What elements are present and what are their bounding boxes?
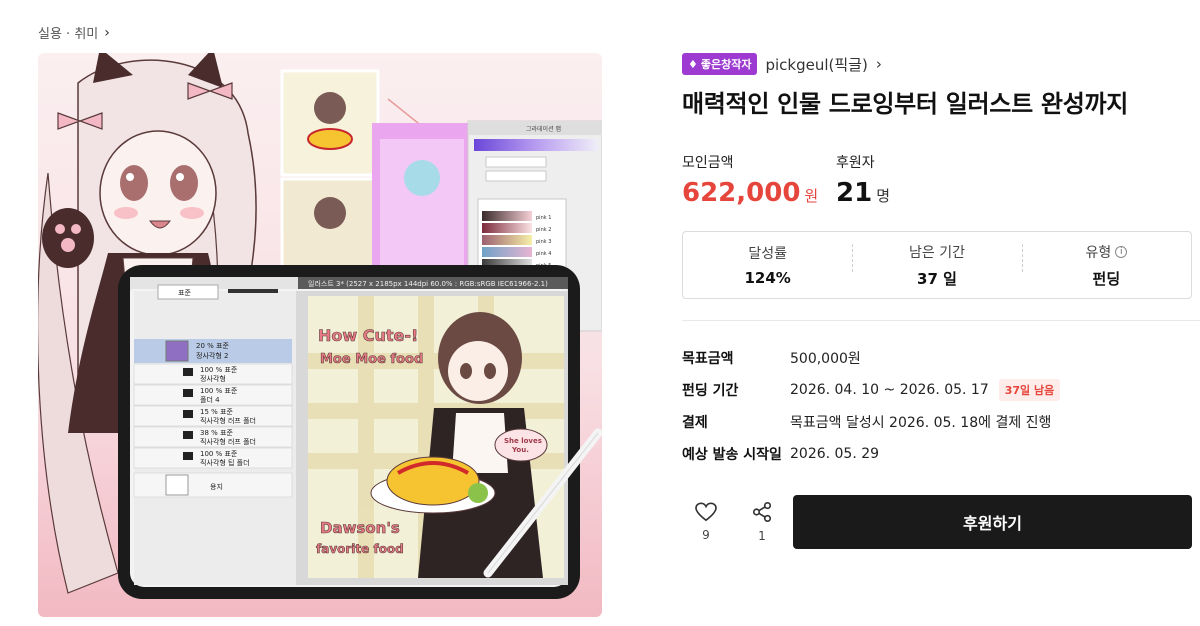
breadcrumb-category[interactable]: 실용 · 취미	[38, 23, 98, 42]
funding-details: 목표금액 500,000원 펀딩 기간 2026. 04. 10 ~ 2026.…	[682, 342, 1061, 470]
creator-name[interactable]: pickgeul(픽글)	[765, 54, 867, 75]
amount-stat: 모인금액 622,000 원	[682, 152, 818, 208]
layer-opacity: 100 % 표준	[200, 387, 238, 395]
layer-opacity: 100 % 표준	[200, 450, 238, 458]
remaining-period-value: 37 일	[917, 269, 957, 288]
payment-label: 결제	[682, 415, 708, 431]
art-title-line1: How Cute-!	[318, 326, 418, 345]
layer-name: 직사각형 러프 폴더	[200, 416, 256, 425]
share-button[interactable]: 1	[734, 501, 790, 543]
like-button[interactable]: 9	[678, 502, 734, 542]
detail-row-shipping: 예상 발송 시작일 2026. 05. 29	[682, 438, 1060, 470]
creator-badge-label: 좋은창작자	[700, 58, 752, 71]
layer-opacity: 15 % 표준	[200, 408, 233, 416]
creator-badge: ♦ 좋은창작자	[682, 53, 758, 75]
heart-icon	[695, 502, 717, 522]
layer-name: 용지	[210, 482, 223, 491]
tablet-window-title: 일러스트 3* (2527 x 2185px 144dpi 60.0% : RG…	[308, 279, 548, 288]
layer-opacity: 38 % 표준	[200, 429, 233, 437]
detail-row-period: 펀딩 기간 2026. 04. 10 ~ 2026. 05. 17 37일 남음	[682, 374, 1061, 406]
share-icon	[752, 502, 772, 522]
gradient-item: pink 4	[536, 251, 551, 257]
chevron-right-icon: ›	[875, 55, 882, 73]
funding-type: 유형 i 펀딩	[1021, 242, 1191, 289]
detail-row-payment: 결제 목표금액 달성시 2026. 05. 18에 결제 진행	[682, 406, 1060, 438]
art-title-line2: Moe Moe food	[320, 352, 423, 367]
amount-value: 622,000	[682, 178, 801, 208]
layer-name: 직사각형 러프 폴더	[200, 437, 256, 446]
amount-label: 모인금액	[682, 155, 734, 171]
creator-row[interactable]: ♦ 좋은창작자 pickgeul(픽글) ›	[682, 53, 882, 75]
funding-type-label: 유형	[1085, 244, 1112, 261]
section-divider	[682, 320, 1200, 321]
layer-name: 직사각형 팁 폴더	[200, 458, 250, 467]
days-left-badge: 37일 남음	[998, 379, 1061, 401]
blend-mode: 표준	[178, 289, 191, 297]
support-button[interactable]: 후원하기	[793, 495, 1192, 549]
art-bubble-line1: She loves	[504, 437, 542, 445]
backers-label: 후원자	[836, 155, 875, 171]
chevron-right-icon: ›	[104, 24, 110, 41]
art-bottom-line1: Dawson's	[320, 519, 400, 537]
shipping-label: 예상 발송 시작일	[682, 447, 782, 463]
like-count: 9	[702, 528, 710, 542]
achievement-rate-value: 124%	[744, 269, 791, 287]
backers-unit: 명	[876, 187, 890, 205]
info-icon[interactable]: i	[1115, 245, 1128, 258]
goal-value: 500,000원	[790, 351, 861, 367]
gradient-item: pink 1	[536, 215, 551, 221]
amount-unit: 원	[804, 187, 819, 205]
period-value: 2026. 04. 10 ~ 2026. 05. 17	[790, 382, 989, 398]
project-title: 매력적인 인물 드로잉부터 일러스트 완성까지	[682, 90, 1129, 118]
gradient-item: pink 2	[536, 227, 551, 233]
art-bottom-line2: favorite food	[316, 542, 404, 556]
remaining-period-label: 남은 기간	[909, 244, 965, 261]
share-count: 1	[758, 529, 766, 543]
backers-stat: 후원자 21 명	[836, 152, 890, 208]
period-label: 펀딩 기간	[682, 383, 739, 399]
detail-row-goal: 목표금액 500,000원	[682, 342, 1060, 374]
achievement-rate: 달성률 124%	[683, 243, 852, 287]
gradient-item: pink 3	[536, 239, 551, 245]
layer-opacity: 100 % 표준	[200, 366, 238, 374]
layer-name: 정사각형 2	[196, 351, 228, 360]
breadcrumb[interactable]: 실용 · 취미 ›	[38, 23, 110, 43]
remaining-period: 남은 기간 37 일	[852, 242, 1021, 289]
layer-name: 정사각형	[200, 374, 226, 383]
funding-type-value: 펀딩	[1092, 269, 1121, 288]
diamond-icon: ♦	[688, 57, 698, 71]
funding-summary-box: 달성률 124% 남은 기간 37 일 유형 i 펀딩	[682, 231, 1192, 299]
action-bar: 9 1 후원하기	[682, 495, 1192, 549]
gradient-panel-title: 그라데이션 맵	[526, 125, 561, 133]
project-hero-image: 그라데이션 맵 pink 1 pink 2 pink 3 pink 4 pink…	[38, 53, 602, 617]
payment-value: 목표금액 달성시 2026. 05. 18에 결제 진행	[790, 415, 1052, 431]
hero-illustration: 그라데이션 맵 pink 1 pink 2 pink 3 pink 4 pink…	[38, 53, 602, 599]
goal-label: 목표금액	[682, 351, 734, 367]
achievement-rate-label: 달성률	[748, 246, 787, 262]
backers-value: 21	[836, 178, 873, 208]
art-bubble-line2: You.	[511, 446, 529, 454]
layer-opacity: 20 % 표준	[196, 342, 229, 350]
layer-name: 폴더 4	[200, 395, 220, 404]
shipping-value: 2026. 05. 29	[790, 446, 880, 462]
